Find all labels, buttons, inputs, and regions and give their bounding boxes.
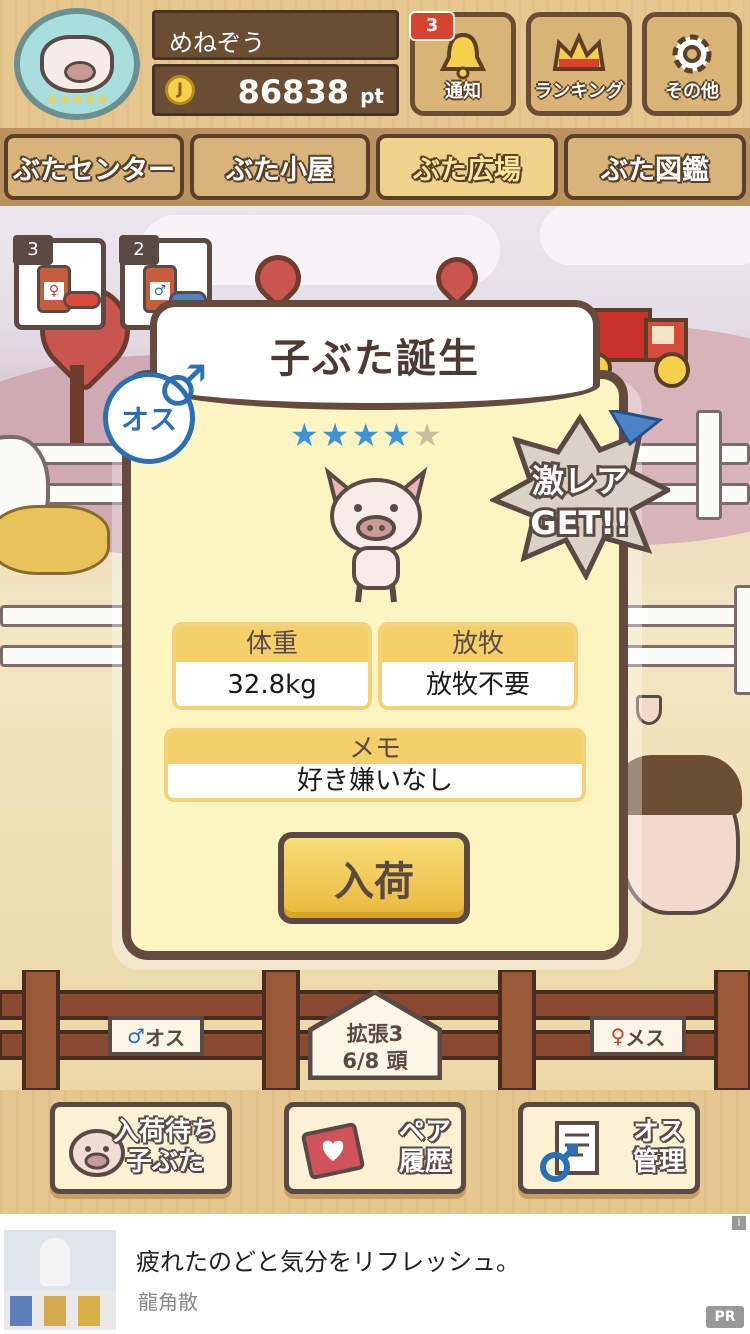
document-male-icon: [540, 1121, 599, 1182]
bottom-action-bar: 入荷待ち 子ぶた ペア 履歴 オス 管理: [0, 1090, 750, 1214]
memo-label: メモ: [168, 732, 582, 764]
tab-buta-zukan[interactable]: ぶた図鑑: [564, 134, 746, 200]
points-value: 86838: [237, 73, 349, 111]
tab-buta-hiroba[interactable]: ぶた広場: [376, 134, 558, 200]
ad-info-icon[interactable]: i: [732, 1216, 746, 1230]
ad-pr-badge: PR: [706, 1306, 744, 1328]
male-mgmt-label-line1: オス: [632, 1117, 685, 1147]
female-medicine-item[interactable]: 3 ♀: [13, 235, 106, 330]
pig-face-icon: [40, 35, 114, 93]
ad-thumbnail: [4, 1230, 116, 1330]
rare-badge-line1: 激レア: [532, 462, 628, 500]
male-symbol-icon: ♂: [127, 1024, 145, 1048]
grazing-card: 放牧 放牧不要: [378, 622, 578, 710]
male-symbol-icon: ♂: [157, 354, 208, 419]
player-avatar[interactable]: ★★★★★: [14, 8, 140, 120]
item-count: 3: [13, 235, 53, 265]
male-pen-label: オス: [144, 1025, 185, 1050]
item-count: 2: [119, 235, 159, 265]
top-header: ★★★★★ めねぞう J 86838 pt 3 通知 ランキング その他: [0, 0, 750, 128]
male-management-label: オス 管理: [633, 1117, 685, 1177]
rarity-stars: ★★★★★: [290, 416, 443, 454]
pill-icon: [63, 291, 101, 309]
avatar-rank-stars: ★★★★★: [45, 90, 109, 108]
male-pen-sign[interactable]: ♂ オス: [108, 1016, 204, 1056]
waiting-piglets-label: 入荷待ち 子ぶた: [113, 1117, 217, 1177]
expansion-sign[interactable]: [308, 990, 442, 1080]
settings-button[interactable]: その他: [642, 12, 742, 116]
rarity-stars-filled: ★★★★: [290, 416, 413, 454]
weight-value: 32.8kg: [227, 670, 317, 700]
stock-in-label: 入荷: [334, 859, 414, 905]
main-tabs: ぶたセンター ぶた小屋 ぶた広場 ぶた図鑑: [0, 128, 750, 206]
points-plate: J 86838 pt: [152, 64, 399, 116]
username-plate: めねぞう: [152, 10, 399, 60]
username: めねぞう: [169, 29, 265, 57]
coin-icon: J: [165, 75, 195, 105]
male-symbol: ♂: [150, 282, 170, 300]
waiting-label-line1: 入荷待ち: [112, 1117, 217, 1147]
book-heart-icon: [301, 1122, 365, 1180]
pair-label-line1: ペア: [398, 1117, 451, 1147]
piglet-icon: [324, 466, 428, 603]
advertisement-banner[interactable]: 疲れたのどと気分をリフレッシュ。 龍角散 i PR: [0, 1214, 750, 1334]
ranking-button[interactable]: ランキング: [526, 12, 632, 116]
weight-card: 体重 32.8kg: [172, 622, 372, 710]
male-management-button[interactable]: オス 管理: [518, 1102, 700, 1194]
person-figure-icon: [40, 1238, 70, 1286]
stock-in-button[interactable]: 入荷: [278, 832, 470, 924]
rare-badge-line2: GET!!: [530, 504, 629, 542]
notification-button[interactable]: 3 通知: [409, 11, 516, 116]
male-mgmt-label-line2: 管理: [632, 1147, 685, 1177]
waiting-piglets-button[interactable]: 入荷待ち 子ぶた: [50, 1102, 232, 1194]
tab-buta-koya[interactable]: ぶた小屋: [190, 134, 370, 200]
crown-icon: [552, 32, 606, 71]
waiting-label-line2: 子ぶた: [125, 1147, 204, 1177]
female-pen-label: メス: [625, 1025, 666, 1050]
settings-label: その他: [665, 81, 719, 102]
rarity-stars-empty: ★: [412, 416, 444, 454]
pair-label-line2: 履歴: [398, 1147, 451, 1177]
notification-count-badge: 3: [409, 11, 455, 41]
weight-label: 体重: [176, 626, 368, 662]
dialog-title: 子ぶた誕生: [270, 336, 480, 382]
ad-advertiser: 龍角散: [138, 1290, 198, 1314]
rare-get-burst: 激レア GET!!: [490, 410, 670, 580]
grazing-label: 放牧: [382, 626, 574, 662]
dialog-title-ribbon: 子ぶた誕生: [150, 300, 600, 410]
ranking-label: ランキング: [534, 81, 624, 102]
female-pen-sign[interactable]: ♀ メス: [590, 1016, 686, 1056]
pair-history-label: ペア 履歴: [399, 1117, 451, 1177]
female-symbol-icon: ♀: [610, 1024, 626, 1048]
sex-badge: オス ♂: [103, 359, 208, 464]
pair-history-button[interactable]: ペア 履歴: [284, 1102, 466, 1194]
points-display: 86838 pt: [238, 73, 384, 111]
points-unit: pt: [360, 84, 384, 108]
grazing-value: 放牧不要: [425, 670, 530, 700]
memo-value: 好き嫌いなし: [296, 766, 453, 796]
ad-title: 疲れたのどと気分をリフレッシュ。: [136, 1248, 520, 1276]
gear-icon: [672, 34, 712, 74]
memo-card: メモ 好き嫌いなし: [164, 728, 586, 802]
female-symbol: ♀: [44, 282, 64, 300]
tab-buta-center[interactable]: ぶたセンター: [4, 134, 184, 200]
